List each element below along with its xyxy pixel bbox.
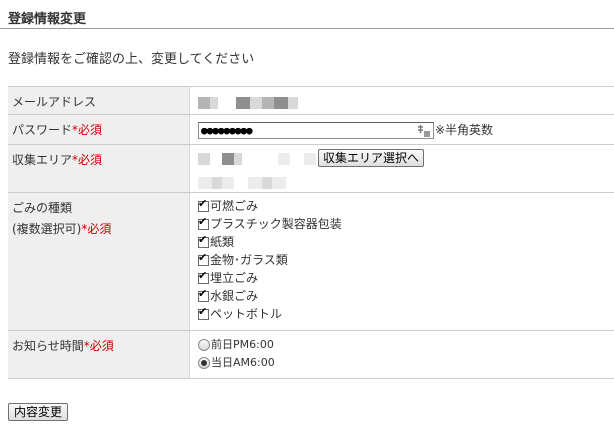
intro-text: 登録情報をご確認の上、変更してください: [8, 52, 255, 67]
area-label-cell: 収集エリア*必須: [8, 144, 190, 193]
notice-option[interactable]: 前日PM6:00: [198, 336, 614, 354]
garbage-option[interactable]: ✔ ペットボトル: [198, 305, 614, 323]
masked-area-name: [198, 151, 316, 165]
garbage-option-label: プラスチック製容器包装: [210, 217, 342, 231]
garbage-options-cell: ✔ 可燃ごみ ✔ プラスチック製容器包装 ✔ 紙類 ✔ 金物･ガラス類 ✔ 埋立ごみ ✔ 水…: [189, 192, 614, 331]
email-label-cell: メールアドレス: [8, 86, 190, 115]
area-select-button[interactable]: 収集エリア選択へ: [318, 149, 425, 167]
garbage-option-label: ペットボトル: [210, 307, 283, 321]
required-mark: *必須: [72, 153, 103, 167]
area-value-cell: 収集エリア選択へ: [189, 144, 614, 193]
garbage-label-cell: ごみの種類 (複数選択可)*必須: [8, 192, 190, 331]
submit-button[interactable]: 内容変更: [8, 403, 69, 421]
garbage-option[interactable]: ✔ 可燃ごみ: [198, 197, 614, 215]
garbage-option-label: 水銀ごみ: [210, 289, 259, 303]
email-row: メールアドレス: [8, 86, 614, 115]
checkbox[interactable]: ✔: [198, 251, 209, 266]
notice-option-label: 前日PM6:00: [211, 338, 274, 351]
garbage-option[interactable]: ✔ 紙類: [198, 233, 614, 251]
check-mark-icon: ✔: [198, 197, 208, 210]
notice-options-cell: 前日PM6:00 当日AM6:00: [189, 330, 614, 379]
check-mark-icon: ✔: [198, 287, 208, 300]
notice-label-cell: お知らせ時間*必須: [8, 330, 190, 379]
garbage-type-row: ごみの種類 (複数選択可)*必須 ✔ 可燃ごみ ✔ プラスチック製容器包装 ✔ 紙類 …: [8, 192, 614, 331]
check-mark-icon: ✔: [198, 269, 208, 282]
garbage-option[interactable]: ✔ プラスチック製容器包装: [198, 215, 614, 233]
email-value-cell: [189, 86, 614, 115]
password-hint: ※半角英数: [435, 123, 494, 137]
radio-selected-dot: [201, 360, 207, 366]
radio-button[interactable]: [198, 357, 210, 369]
password-input[interactable]: [198, 122, 434, 139]
masked-email: [198, 87, 614, 109]
checkbox[interactable]: ✔: [198, 233, 209, 248]
required-mark: *必須: [83, 339, 114, 353]
radio-button[interactable]: [198, 339, 210, 351]
check-mark-icon: ✔: [198, 215, 208, 228]
notice-option[interactable]: 当日AM6:00: [198, 354, 614, 372]
area-label: 収集エリア: [12, 153, 73, 167]
garbage-option-label: 可燃ごみ: [210, 199, 259, 213]
garbage-sublabel: (複数選択可): [12, 222, 82, 236]
garbage-option[interactable]: ✔ 金物･ガラス類: [198, 251, 614, 269]
checkbox[interactable]: ✔: [198, 197, 209, 212]
check-mark-icon: ✔: [198, 233, 208, 246]
garbage-option-label: 金物･ガラス類: [210, 253, 288, 267]
check-mark-icon: ✔: [198, 305, 208, 318]
title-divider: [0, 28, 614, 29]
password-row: パスワード*必須 ※半角英数: [8, 114, 614, 145]
checkbox[interactable]: ✔: [198, 215, 209, 230]
password-label: パスワード: [12, 123, 73, 137]
check-mark-icon: ✔: [198, 251, 208, 264]
password-value-cell: ※半角英数: [189, 114, 614, 145]
notice-option-label: 当日AM6:00: [211, 356, 275, 369]
registration-form-table: メールアドレス パスワード*必須 ※半角英数 収集エリア*必須 収集エリア選択へ: [8, 86, 614, 379]
page-title: 登録情報変更: [8, 12, 87, 27]
notice-time-row: お知らせ時間*必須 前日PM6:00 当日AM6:00: [8, 330, 614, 379]
area-row: 収集エリア*必須 収集エリア選択へ: [8, 144, 614, 193]
garbage-label: ごみの種類: [12, 201, 73, 215]
garbage-option-label: 埋立ごみ: [210, 271, 259, 285]
email-label: メールアドレス: [12, 95, 97, 109]
ime-pad-icon[interactable]: [417, 124, 431, 138]
checkbox[interactable]: ✔: [198, 305, 209, 320]
required-mark: *必須: [81, 222, 112, 236]
garbage-option[interactable]: ✔ 水銀ごみ: [198, 287, 614, 305]
notice-label: お知らせ時間: [12, 339, 84, 353]
masked-area-detail: [198, 167, 614, 189]
checkbox[interactable]: ✔: [198, 269, 209, 284]
garbage-option-label: 紙類: [210, 235, 235, 249]
garbage-option[interactable]: ✔ 埋立ごみ: [198, 269, 614, 287]
required-mark: *必須: [72, 123, 103, 137]
password-label-cell: パスワード*必須: [8, 114, 190, 145]
checkbox[interactable]: ✔: [198, 287, 209, 302]
